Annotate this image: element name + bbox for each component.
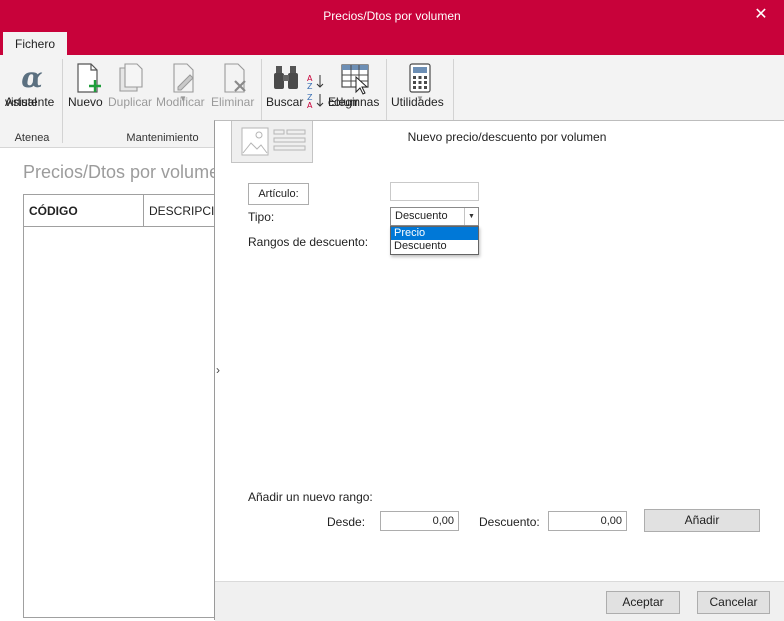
eliminar-label: Eliminar [211,95,255,109]
tab-fichero[interactable]: Fichero [3,32,67,55]
choose-columns-icon [341,64,369,95]
utilidades-label: Utilidades [391,95,444,109]
chevron-down-icon[interactable]: ▼ [464,208,478,225]
group-label-atenea: Atenea [14,132,50,144]
articulo-input[interactable] [390,182,479,201]
duplicar-button[interactable]: Duplicar [108,61,154,109]
chevron-right-icon[interactable]: › [216,363,220,377]
new-document-icon [77,63,101,93]
rangos-label: Rangos de descuento: [248,235,369,249]
tipo-option-descuento[interactable]: Descuento [391,240,478,253]
utilidades-button[interactable]: Utilidades ▼ [391,61,449,109]
column-header-codigo[interactable]: CÓDIGO [24,195,144,227]
descuento-input[interactable]: 0,00 [548,511,627,531]
modificar-label: Modificar [156,95,205,109]
svg-text:Z: Z [307,82,313,91]
grid-header: CÓDIGO DESCRIPCIÓN [24,195,224,227]
data-grid[interactable]: CÓDIGO DESCRIPCIÓN [23,194,224,618]
accept-button[interactable]: Aceptar [606,591,680,614]
duplicate-icon [119,63,143,92]
alpha-icon: α [21,61,43,94]
ribbon-separator [62,59,63,143]
tipo-selected-value: Descuento [395,210,448,222]
column-header-descripcion[interactable]: DESCRIPCIÓN [144,195,224,227]
add-range-label: Añadir un nuevo rango: [248,490,373,504]
cancel-button[interactable]: Cancelar [697,591,770,614]
articulo-button[interactable]: Artículo: [248,183,309,205]
eliminar-button[interactable]: Eliminar [211,61,257,109]
calculator-icon [409,63,431,93]
asistente-virtual-button[interactable]: α Asistente virtual [5,61,59,109]
buscar-button[interactable]: Buscar [266,61,306,109]
nuevo-label: Nuevo [68,95,103,109]
dialog-footer: Aceptar Cancelar [215,581,784,621]
binoculars-icon [274,66,298,89]
tipo-option-precio[interactable]: Precio [391,227,478,240]
desde-input[interactable]: 0,00 [380,511,459,531]
descuento-label: Descuento: [479,515,540,529]
desde-label: Desde: [327,515,366,529]
edit-document-icon [173,63,194,93]
tipo-dropdown-list: Precio Descuento [390,226,479,255]
list-panel: Precios/Dtos por volumen CÓDIGO DESCRIPC… [0,148,229,620]
nuevo-button[interactable]: Nuevo [68,61,106,109]
elegir-label-2: columnas [328,95,380,109]
svg-text:α: α [21,61,43,94]
window-title: Precios/Dtos por volumen [323,9,461,23]
delete-document-icon [224,63,246,93]
svg-text:A: A [307,101,313,109]
duplicar-label: Duplicar [108,95,153,109]
close-button[interactable]: ✕ [738,0,784,32]
dialog-title: Nuevo precio/descuento por volumen [407,130,607,144]
modificar-button[interactable]: Modificar ▼ [156,61,210,109]
title-bar: Precios/Dtos por volumen ✕ [0,0,784,32]
elegir-columnas-button[interactable]: Elegir columnas [328,61,382,109]
buscar-label: Buscar [266,95,304,109]
add-range-button[interactable]: Añadir [644,509,760,532]
ribbon-tab-strip: Fichero [0,32,784,55]
asistente-label-2: virtual [5,95,38,109]
sort-az-icon[interactable]: A Z Z A [306,71,326,109]
tipo-select[interactable]: Descuento ▼ [390,207,479,226]
page-title: Precios/Dtos por volumen [23,162,230,182]
tipo-label: Tipo: [248,210,275,224]
close-icon: ✕ [754,6,768,23]
new-price-dialog: Nuevo precio/descuento por volumen › Art… [214,120,784,621]
